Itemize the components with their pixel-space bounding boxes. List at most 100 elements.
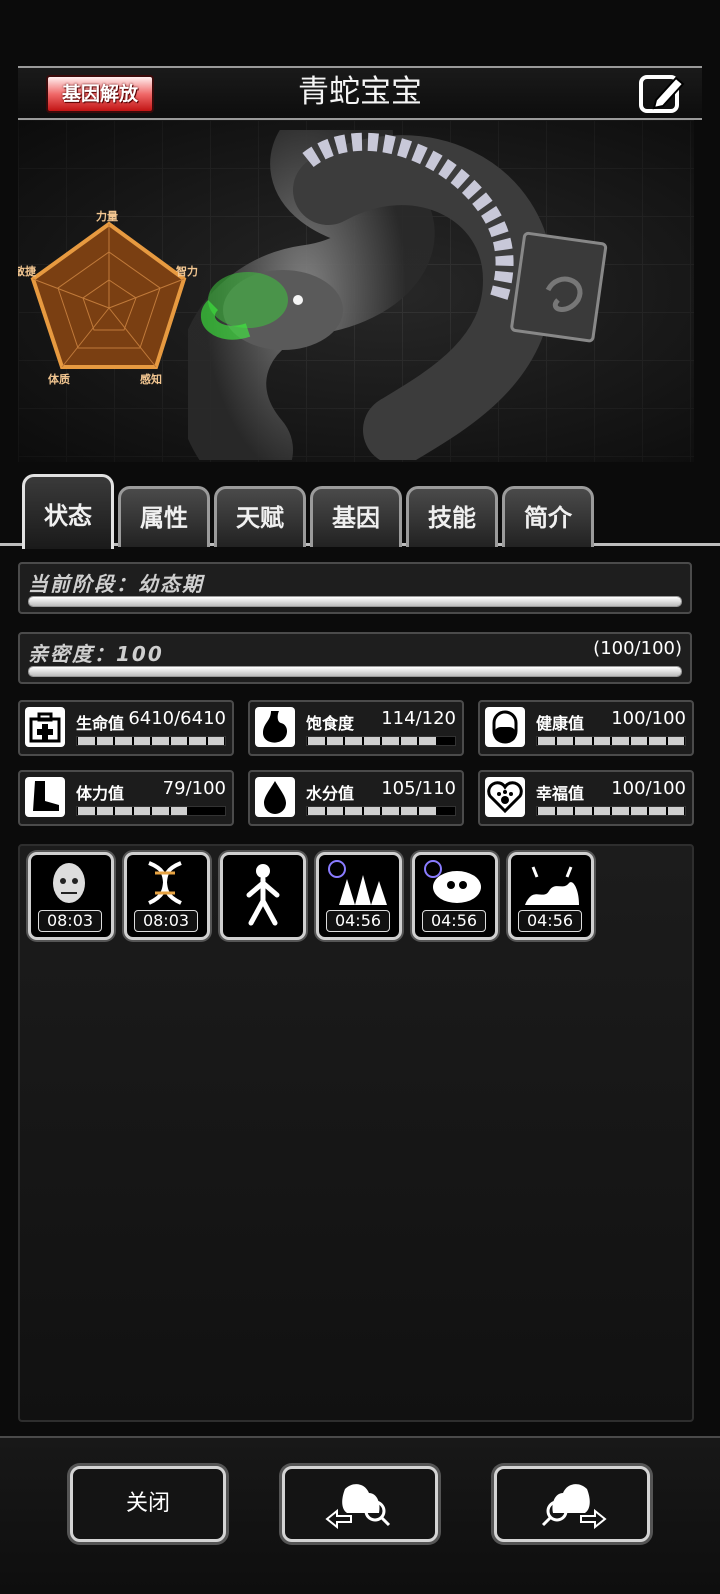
tab-talents[interactable]: 天赋: [214, 486, 306, 547]
edit-icon[interactable]: [638, 70, 686, 116]
stat-bar-segment: [326, 737, 343, 745]
dna-icon: [148, 861, 182, 905]
stat-bar-segment: [538, 807, 555, 815]
egg-card-icon[interactable]: [498, 230, 608, 350]
stat-bar-segment: [96, 807, 113, 815]
prev-pet-icon: [325, 1484, 391, 1529]
prev-pet-button[interactable]: [282, 1466, 438, 1542]
stat-value: 100/100: [611, 778, 686, 799]
growth-stage-bar: [28, 596, 682, 607]
buff-slot[interactable]: [220, 852, 306, 940]
radar-label-agility: 敏捷: [18, 265, 36, 278]
buff-slot[interactable]: 08:03: [124, 852, 210, 940]
radar-label-constitution: 体质: [48, 373, 70, 386]
stat-bar-segment: [208, 807, 225, 815]
stat-bar-segment: [207, 737, 224, 745]
buff-slot[interactable]: 04:56: [316, 852, 402, 940]
buff-timer: 04:56: [326, 910, 390, 932]
stat-bar-segment: [593, 737, 610, 745]
foot-icon: [25, 777, 65, 817]
buff-slot[interactable]: 04:56: [412, 852, 498, 940]
stat-name: 幸福值: [536, 784, 585, 803]
stat-bar-segment: [419, 737, 436, 745]
stat-bar: [536, 806, 686, 816]
stat-stamina: 体力值 79/100: [18, 770, 234, 826]
stat-bar-segment: [538, 737, 555, 745]
stat-bar-segment: [400, 737, 417, 745]
stat-name: 水分值: [306, 784, 355, 803]
capsule-icon: [485, 707, 525, 747]
close-button[interactable]: 关闭: [70, 1466, 226, 1542]
stat-bar-segment: [189, 807, 206, 815]
water-drop-icon: [255, 777, 295, 817]
stat-bar-segment: [96, 737, 113, 745]
buff-timer: 08:03: [134, 910, 198, 932]
stat-bar-segment: [115, 807, 132, 815]
stat-value: 114/120: [381, 708, 456, 729]
stat-bar: [536, 736, 686, 746]
tab-status[interactable]: 状态: [22, 474, 114, 549]
stat-bar-segment: [575, 737, 592, 745]
stat-value: 100/100: [611, 708, 686, 729]
stomach-icon: [255, 707, 295, 747]
stat-bar-segment: [345, 807, 362, 815]
tab-genes[interactable]: 基因: [310, 486, 402, 547]
first-aid-icon: [25, 707, 65, 747]
buff-timer: 04:56: [422, 910, 486, 932]
radar-label-intelligence: 智力: [176, 265, 198, 278]
stat-bar-segment: [438, 807, 455, 815]
next-pet-button[interactable]: [494, 1466, 650, 1542]
stat-bar-segment: [593, 807, 610, 815]
growth-stage-label: 当前阶段：幼态期: [28, 572, 204, 596]
stat-bar-segment: [133, 807, 150, 815]
stat-value: 105/110: [381, 778, 456, 799]
intimacy-value: (100/100): [593, 638, 682, 659]
stat-bar-segment: [667, 737, 684, 745]
buff-slot[interactable]: 08:03: [28, 852, 114, 940]
buff-timer: 08:03: [38, 910, 102, 932]
growth-stage-panel: 当前阶段：幼态期: [18, 562, 692, 614]
tab-profile[interactable]: 简介: [502, 486, 594, 547]
stat-bar-segment: [152, 737, 169, 745]
stat-bar-segment: [556, 807, 573, 815]
stat-bar-segment: [630, 807, 647, 815]
stat-bar-segment: [170, 737, 187, 745]
bald-head-icon: [53, 863, 85, 903]
stat-name: 健康值: [536, 714, 585, 733]
buff-slot[interactable]: 04:56: [508, 852, 594, 940]
stat-bar-segment: [78, 737, 95, 745]
stat-bar-segment: [363, 807, 380, 815]
stat-satiety: 饱食度 114/120: [248, 700, 464, 756]
heart-paw-icon: [485, 777, 525, 817]
spikes-icon: [328, 860, 387, 905]
intimacy-panel: 亲密度：100 (100/100): [18, 632, 692, 684]
stat-bar: [306, 736, 456, 746]
intimacy-bar: [28, 666, 682, 677]
header-bar: 基因解放 青蛇宝宝: [18, 66, 702, 120]
stat-happiness: 幸福值 100/100: [478, 770, 694, 826]
stat-bar-segment: [308, 737, 325, 745]
stat-bar-segment: [189, 737, 206, 745]
attribute-radar-chart: [30, 221, 187, 369]
stat-bar-segment: [382, 807, 399, 815]
gene-release-badge[interactable]: 基因解放: [46, 75, 154, 113]
stat-bar-segment: [382, 737, 399, 745]
stat-bar-segment: [612, 807, 629, 815]
stat-bar: [306, 806, 456, 816]
stat-value: 79/100: [162, 778, 226, 799]
stat-bar: [76, 736, 226, 746]
stat-bar-segment: [400, 807, 417, 815]
stat-value: 6410/6410: [128, 708, 226, 729]
stat-bar-segment: [152, 807, 169, 815]
tab-skills[interactable]: 技能: [406, 486, 498, 547]
wave-icon: [525, 866, 579, 905]
stat-bar-segment: [630, 737, 647, 745]
stat-hydration: 水分值 105/110: [248, 770, 464, 826]
stat-name: 生命值: [76, 714, 125, 733]
stat-bar-segment: [326, 807, 343, 815]
stat-bar-segment: [170, 807, 187, 815]
tab-attributes[interactable]: 属性: [118, 486, 210, 547]
radar-label-strength: 力量: [96, 210, 118, 223]
stat-bar-segment: [649, 807, 666, 815]
stat-bar-segment: [345, 737, 362, 745]
